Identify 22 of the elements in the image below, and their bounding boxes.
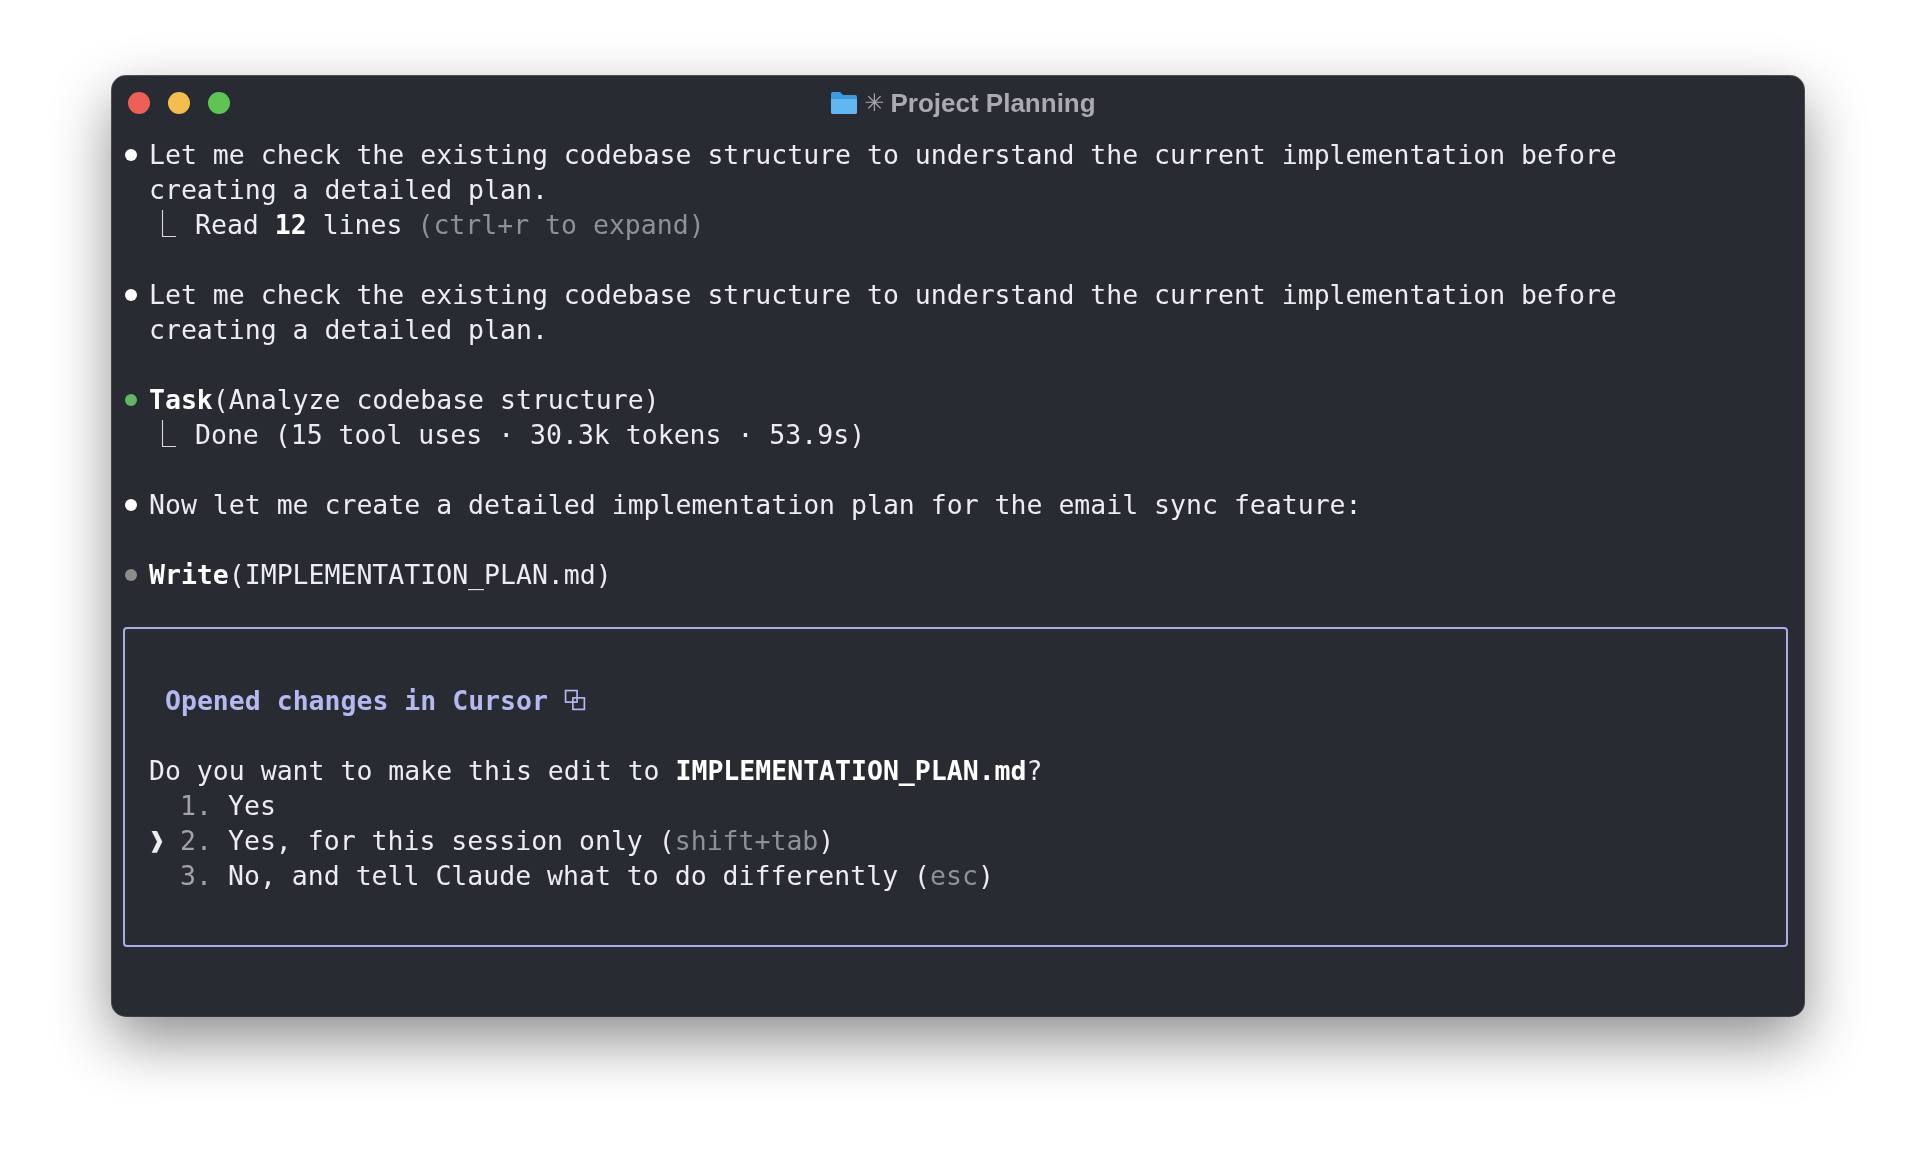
overlapping-squares-icon [563,689,587,712]
result-connector: ⎿ [149,208,177,242]
message-text: Now let me create a detailed implementation plan for the email sync feature: [149,488,1363,522]
option-item[interactable]: ❱ 2. Yes, for this session only (shift+tab) [149,823,1786,858]
result-text: Done (15 tool uses · 30.3k tokens · 53.9s) [195,418,866,452]
message-text: Let me check the existing codebase structure to understand the current implementation before creating a detailed plan. [149,278,1618,347]
asterisk-icon: ✳ [864,89,885,117]
zoom-button[interactable] [208,92,230,114]
message-text: Let me check the existing codebase structure to understand the current implementation before creating a detailed plan. [149,138,1618,207]
option-item[interactable]: 1. Yes [149,788,1786,823]
option-item[interactable]: 3. No, and tell Claude what to do differently (esc) [149,858,1786,893]
close-button[interactable] [128,92,150,114]
result-connector: ⎿ [149,418,177,452]
tool-call: Task(Analyze codebase structure) [149,383,661,417]
expand-hint: (ctrl+r to expand) [417,208,705,242]
window-title: Project Planning [890,87,1096,119]
dialog-heading: Opened changes in Cursor [165,684,548,718]
dialog-question: Do you want to make this edit to IMPLEMENTATION_PLAN.md? [149,754,1044,788]
folder-icon [830,91,859,115]
minimize-button[interactable] [168,92,190,114]
tool-call: Write(IMPLEMENTATION_PLAN.md) [149,558,613,592]
result-text: Read 12 lines [195,208,403,242]
